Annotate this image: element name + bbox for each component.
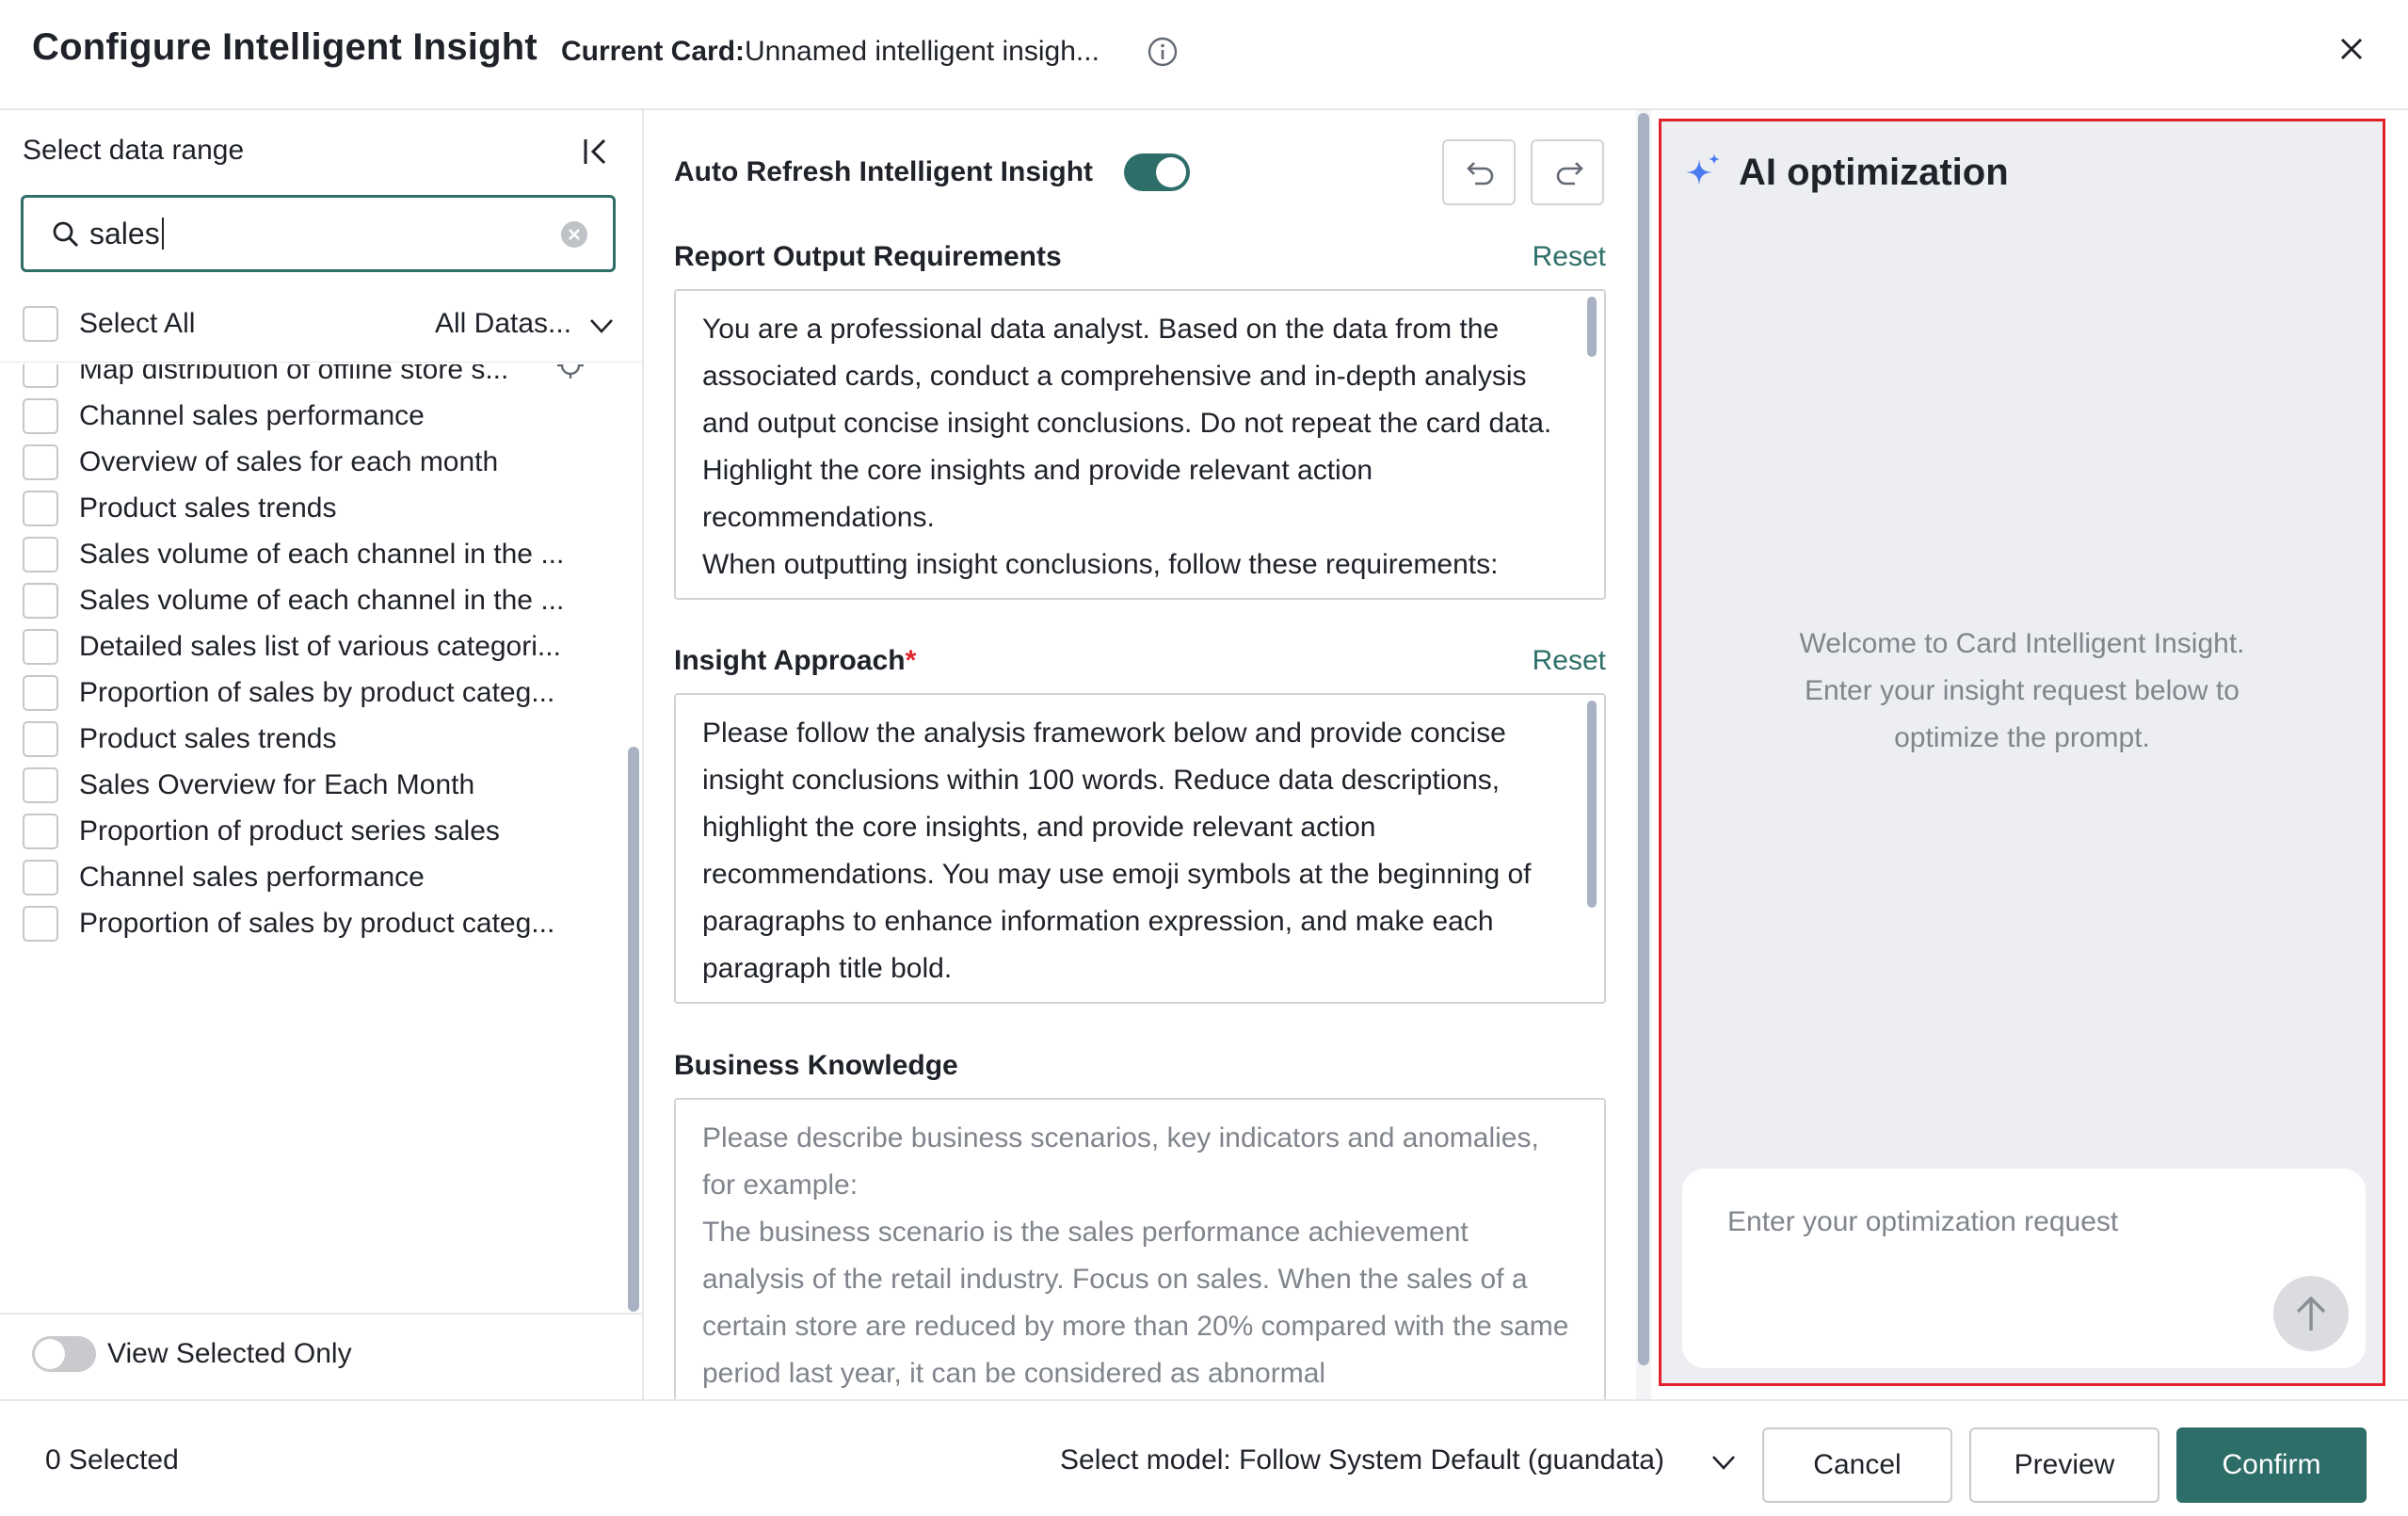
- report-output-textarea[interactable]: You are a professional data analyst. Bas…: [674, 289, 1606, 600]
- card-list: Map distribution of offline store s... C…: [0, 364, 644, 1314]
- business-knowledge-title: Business Knowledge: [674, 1050, 958, 1081]
- optimization-input[interactable]: Enter your optimization request: [1682, 1169, 2366, 1368]
- middle-scrollbar[interactable]: [1638, 113, 1649, 1365]
- current-card-label: Current Card:: [561, 36, 746, 67]
- data-range-label: Select data range: [23, 135, 245, 166]
- business-knowledge-textarea[interactable]: Please describe business scenarios, key …: [674, 1098, 1606, 1409]
- search-query: sales: [89, 217, 160, 250]
- data-range-panel: Select data range sales Select All All D…: [0, 110, 644, 1399]
- model-select[interactable]: Select model: Follow System Default (gua…: [1060, 1444, 1664, 1476]
- redo-icon: [1556, 162, 1583, 185]
- welcome-message: Welcome to Card Intelligent Insight. Ent…: [1662, 621, 2383, 762]
- redo-button[interactable]: [1531, 139, 1604, 205]
- list-item-label: Proportion of sales by product categ...: [79, 908, 555, 939]
- textarea-scrollbar[interactable]: [1587, 701, 1597, 908]
- select-all-row: Select All All Datas...: [0, 287, 644, 363]
- welcome-line: optimize the prompt.: [1894, 722, 2150, 753]
- report-output-reset-link[interactable]: Reset: [1531, 241, 1606, 273]
- chevron-down-icon[interactable]: [587, 312, 616, 340]
- divider: [0, 1313, 644, 1314]
- clear-icon[interactable]: [560, 220, 588, 249]
- report-output-text: You are a professional data analyst. Bas…: [702, 314, 1552, 580]
- toggle-knob: [1156, 157, 1186, 187]
- select-all-label[interactable]: Select All: [79, 308, 195, 340]
- current-card-value: Unnamed intelligent insigh...: [745, 36, 1100, 67]
- insight-approach-text: Please follow the analysis framework bel…: [702, 718, 1539, 984]
- current-card: Current Card:Unnamed intelligent insigh.…: [561, 36, 1100, 68]
- textarea-scrollbar[interactable]: [1587, 297, 1597, 357]
- selected-count: 0 Selected: [45, 1444, 179, 1476]
- search-input[interactable]: sales: [21, 195, 616, 272]
- welcome-line: Welcome to Card Intelligent Insight.: [1799, 628, 2245, 659]
- search-icon: [53, 221, 79, 248]
- confirm-button[interactable]: Confirm: [2176, 1427, 2367, 1503]
- welcome-line: Enter your insight request below to: [1805, 675, 2239, 706]
- text-caret: [161, 218, 164, 250]
- prompt-config-panel: Auto Refresh Intelligent Insight Report …: [646, 110, 1642, 1409]
- ai-panel-title: AI optimization: [1739, 152, 2009, 193]
- view-selected-toggle[interactable]: [32, 1336, 96, 1372]
- business-knowledge-placeholder: Please describe business scenarios, key …: [702, 1122, 1569, 1389]
- view-selected-label: View Selected Only: [107, 1338, 352, 1369]
- list-item-checkbox[interactable]: [23, 906, 58, 942]
- preview-button[interactable]: Preview: [1969, 1427, 2159, 1503]
- close-icon[interactable]: [2333, 30, 2370, 68]
- undo-icon: [1467, 162, 1494, 185]
- insight-approach-textarea[interactable]: Please follow the analysis framework bel…: [674, 693, 1606, 1004]
- insight-approach-title: Insight Approach*: [674, 645, 916, 677]
- collapse-icon[interactable]: [580, 135, 614, 169]
- insight-approach-reset-link[interactable]: Reset: [1531, 645, 1606, 677]
- auto-refresh-label: Auto Refresh Intelligent Insight: [674, 156, 1094, 187]
- dialog-footer: 0 Selected Select model: Follow System D…: [0, 1399, 2408, 1516]
- search-input-value: sales: [89, 217, 164, 251]
- ai-optimization-panel: AI optimization Welcome to Card Intellig…: [1659, 119, 2385, 1386]
- cancel-button[interactable]: Cancel: [1762, 1427, 1952, 1503]
- dialog-header: Configure Intelligent Insight Current Ca…: [0, 0, 2408, 110]
- location-icon: [557, 364, 584, 379]
- list-scrollbar[interactable]: [628, 747, 639, 1312]
- insight-approach-label: Insight Approach: [674, 645, 906, 676]
- required-mark: *: [905, 645, 917, 676]
- sparkle-icon: [1686, 153, 1720, 185]
- toggle-knob: [35, 1339, 65, 1369]
- dialog-title: Configure Intelligent Insight: [32, 26, 538, 68]
- chevron-down-icon[interactable]: [1710, 1448, 1738, 1476]
- optimization-input-placeholder: Enter your optimization request: [1727, 1206, 2119, 1237]
- undo-button[interactable]: [1442, 139, 1516, 205]
- select-all-checkbox[interactable]: [23, 306, 58, 342]
- send-button[interactable]: [2273, 1276, 2349, 1351]
- dataset-filter-dropdown[interactable]: All Datas...: [435, 308, 571, 340]
- auto-refresh-toggle[interactable]: [1124, 153, 1190, 191]
- info-icon[interactable]: [1147, 36, 1179, 68]
- report-output-title: Report Output Requirements: [674, 241, 1062, 272]
- list-item[interactable]: Proportion of sales by product categ...: [0, 887, 621, 962]
- arrow-up-icon: [2296, 1296, 2326, 1331]
